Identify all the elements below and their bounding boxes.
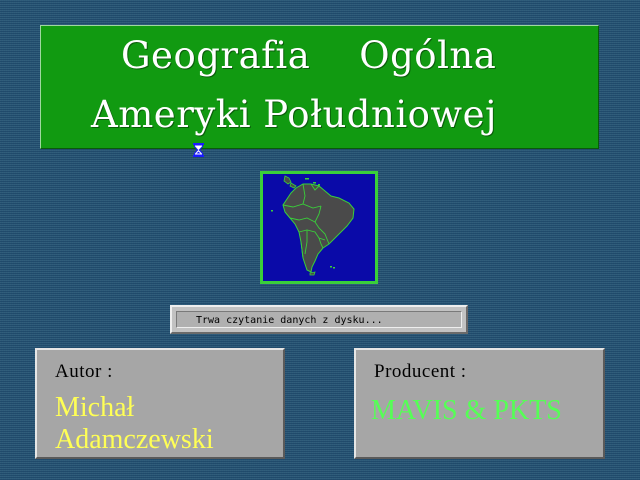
- producer-name: MAVIS & PKTS: [371, 395, 562, 426]
- producer-card: Producent : MAVIS & PKTS: [354, 348, 605, 459]
- author-name: Michał Adamczewski: [55, 392, 214, 456]
- title-panel: Geografia Ogólna Ameryki Południowej: [40, 25, 599, 149]
- map-frame: [260, 171, 378, 284]
- title-line-1: Geografia Ogólna: [121, 34, 497, 77]
- author-name-line2: Adamczewski: [55, 424, 214, 455]
- title-line-2: Ameryki Południowej: [91, 93, 497, 136]
- author-card: Autor : Michał Adamczewski: [35, 348, 285, 459]
- south-america-map: [263, 174, 375, 281]
- loading-status-text: Trwa czytanie danych z dysku...: [196, 315, 383, 326]
- author-label: Autor :: [55, 361, 113, 382]
- hourglass-icon: [193, 143, 204, 157]
- producer-label: Producent :: [374, 361, 467, 382]
- author-name-line1: Michał: [55, 392, 135, 423]
- loading-status-bar: Trwa czytanie danych z dysku...: [170, 305, 468, 334]
- loading-status-field: Trwa czytanie danych z dysku...: [176, 311, 462, 328]
